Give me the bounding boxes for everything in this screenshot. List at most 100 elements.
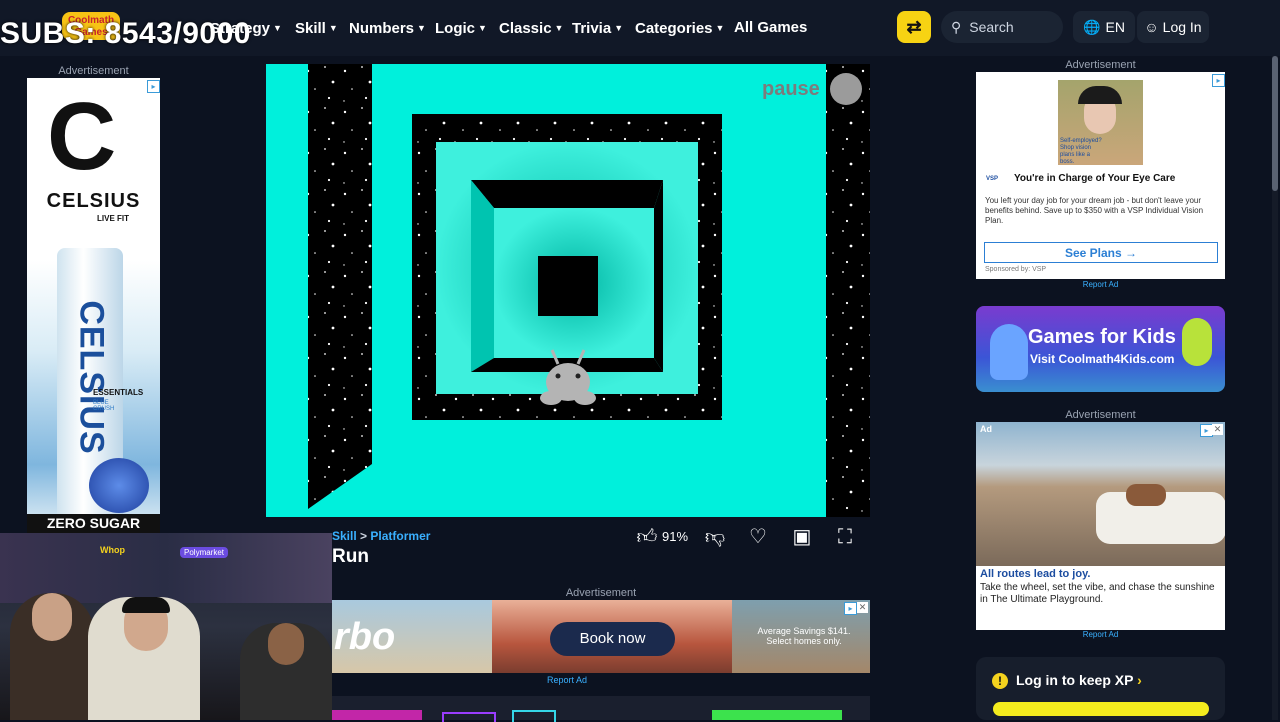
octopus-mascot xyxy=(990,324,1028,380)
search-icon: ⚲ xyxy=(951,19,962,35)
savings-subline: Select homes only. xyxy=(766,636,842,646)
advertisement-label: Advertisement xyxy=(1065,409,1136,421)
arrow-right-icon: → xyxy=(1125,246,1138,260)
search-input[interactable]: ⚲ Search xyxy=(941,11,1063,43)
shuffle-button[interactable]: ⇄ xyxy=(897,11,931,43)
see-plans-button[interactable]: See Plans → xyxy=(984,242,1218,263)
person-middle xyxy=(88,597,200,720)
savings-text: Average Savings $141. Select homes only. xyxy=(744,626,864,646)
thumbs-up-icon[interactable]: 👍︎ xyxy=(634,524,660,550)
game-thumbnails-row xyxy=(332,696,870,722)
report-ad-link[interactable]: Report Ad xyxy=(332,675,802,685)
chevron-down-icon: ▼ xyxy=(273,23,282,33)
advertisement-label: Advertisement xyxy=(58,65,129,77)
rating-percent: 91% xyxy=(662,529,689,544)
chevron-down-icon: ▼ xyxy=(478,23,487,33)
nav-label: Trivia xyxy=(572,20,612,37)
language-label: EN xyxy=(1105,19,1125,35)
person-left xyxy=(10,593,94,720)
alert-icon: ! xyxy=(992,673,1008,689)
breadcrumb-separator: > xyxy=(360,529,368,543)
adchoices-icon[interactable]: ▸ xyxy=(1212,74,1225,87)
nav-label: Classic xyxy=(499,20,552,37)
coolmath4kids-banner[interactable]: Games for Kids Visit Coolmath4Kids.com xyxy=(976,306,1225,392)
game-canvas[interactable] xyxy=(266,64,870,517)
fullscreen-icon[interactable]: ⛶ xyxy=(832,524,858,550)
person-right xyxy=(240,623,332,720)
nav-label: Categories xyxy=(635,20,713,37)
nav-label: Skill xyxy=(295,20,326,37)
login-label: Log In xyxy=(1162,19,1202,35)
brand-tagline: LIVE FIT xyxy=(97,214,129,223)
book-now-button[interactable]: Book now xyxy=(550,622,675,656)
nav-classic[interactable]: Classic ▼ xyxy=(499,18,563,39)
kids-banner-title: Games for Kids xyxy=(1028,326,1176,348)
pause-button[interactable]: pause xyxy=(762,78,820,101)
car-ad[interactable]: Ad ▸ ✕ All routes lead to joy. Take the … xyxy=(976,422,1225,630)
close-ad-icon[interactable]: ✕ xyxy=(857,602,868,613)
vrbo-logo: rbo xyxy=(334,616,396,658)
can-essentials: ESSENTIALS xyxy=(93,388,144,397)
language-selector[interactable]: 🌐 EN xyxy=(1073,11,1135,43)
savings-line: Average Savings $141. xyxy=(757,626,851,636)
login-button[interactable]: ☺ Log In xyxy=(1137,11,1209,43)
user-icon: ☺ xyxy=(1144,19,1159,35)
chevron-right-icon: › xyxy=(1137,672,1142,688)
ad-photo: Self-employed? Shop vision plans like a … xyxy=(1058,80,1143,165)
adchoices-icon[interactable]: ▸ xyxy=(147,80,160,93)
celsius-logo: C xyxy=(47,83,117,190)
webcam-sponsor-1: Whop xyxy=(100,545,125,555)
chevron-down-icon: ▼ xyxy=(614,23,624,33)
blueberry-image xyxy=(89,458,149,513)
nav-numbers[interactable]: Numbers ▼ xyxy=(349,18,426,39)
ad-tag: Ad xyxy=(980,424,992,434)
xp-login-link[interactable]: Log in to keep XP › xyxy=(1016,672,1142,688)
breadcrumb-subcategory[interactable]: Platformer xyxy=(370,529,430,543)
advertisement-label: Advertisement xyxy=(565,587,637,599)
nav-skill[interactable]: Skill ▼ xyxy=(295,18,338,39)
ad-sponsor: Sponsored by: VSP xyxy=(985,266,1047,273)
scrollbar-thumb[interactable] xyxy=(1272,56,1278,191)
ad-body: Take the wheel, set the vibe, and chase … xyxy=(980,582,1215,605)
page-scrollbar[interactable] xyxy=(1272,56,1278,720)
chevron-down-icon: ▼ xyxy=(715,23,725,33)
chevron-down-icon: ▼ xyxy=(328,23,338,33)
game-tunnel-graphic xyxy=(308,64,870,517)
thumbs-down-icon[interactable]: 👎︎ xyxy=(702,524,728,550)
nav-label: Logic xyxy=(435,20,475,37)
can-brand-text: CELSIUS xyxy=(72,300,111,455)
breadcrumb: Skill > Platformer xyxy=(332,529,430,543)
report-ad-link[interactable]: Report Ad xyxy=(976,280,1225,289)
ad-photo-caption: Self-employed? Shop vision plans like a … xyxy=(1060,138,1102,165)
car-photo xyxy=(976,422,1225,566)
celsius-ad[interactable]: C CELSIUS LIVE FIT CELSIUS ESSENTIALS BL… xyxy=(27,78,160,533)
breadcrumb-category[interactable]: Skill xyxy=(332,529,357,543)
kids-banner-subtitle: Visit Coolmath4Kids.com xyxy=(1030,352,1175,366)
nav-logic[interactable]: Logic ▼ xyxy=(435,18,487,39)
zero-sugar-label: ZERO SUGAR xyxy=(27,514,160,533)
ad-headline: All routes lead to joy. xyxy=(980,568,1091,580)
report-ad-link[interactable]: Report Ad xyxy=(976,630,1225,639)
nav-strategy[interactable]: Strategy ▼ xyxy=(210,18,282,39)
adchoices-icon[interactable]: ▸ xyxy=(844,602,857,615)
can-flavor: BLUE CRUSH xyxy=(93,400,115,412)
brand-name: CELSIUS xyxy=(46,190,141,212)
nav-all-games[interactable]: All Games xyxy=(734,18,807,38)
nav-categories[interactable]: Categories ▼ xyxy=(635,18,724,39)
webcam-sponsor-2: Polymarket xyxy=(180,547,229,558)
search-placeholder: Search xyxy=(969,19,1014,35)
streamer-webcam: Whop Polymarket xyxy=(0,533,332,720)
pause-circle-icon[interactable] xyxy=(830,73,862,105)
xp-progress-bar xyxy=(993,702,1209,716)
heart-icon[interactable]: ♡ xyxy=(745,524,771,550)
screenshot-icon[interactable]: ▣ xyxy=(789,524,815,550)
ad-headline: You're in Charge of Your Eye Care xyxy=(1014,173,1176,184)
nav-label: Strategy xyxy=(210,20,271,37)
nav-trivia[interactable]: Trivia ▼ xyxy=(572,18,623,39)
ad-body: You left your day job for your dream job… xyxy=(985,196,1204,225)
globe-icon: 🌐 xyxy=(1083,19,1101,35)
chevron-down-icon: ▼ xyxy=(417,23,426,33)
close-ad-icon[interactable]: ✕ xyxy=(1212,424,1223,435)
game-title: Run xyxy=(332,546,369,567)
nav-label: Numbers xyxy=(349,20,415,37)
